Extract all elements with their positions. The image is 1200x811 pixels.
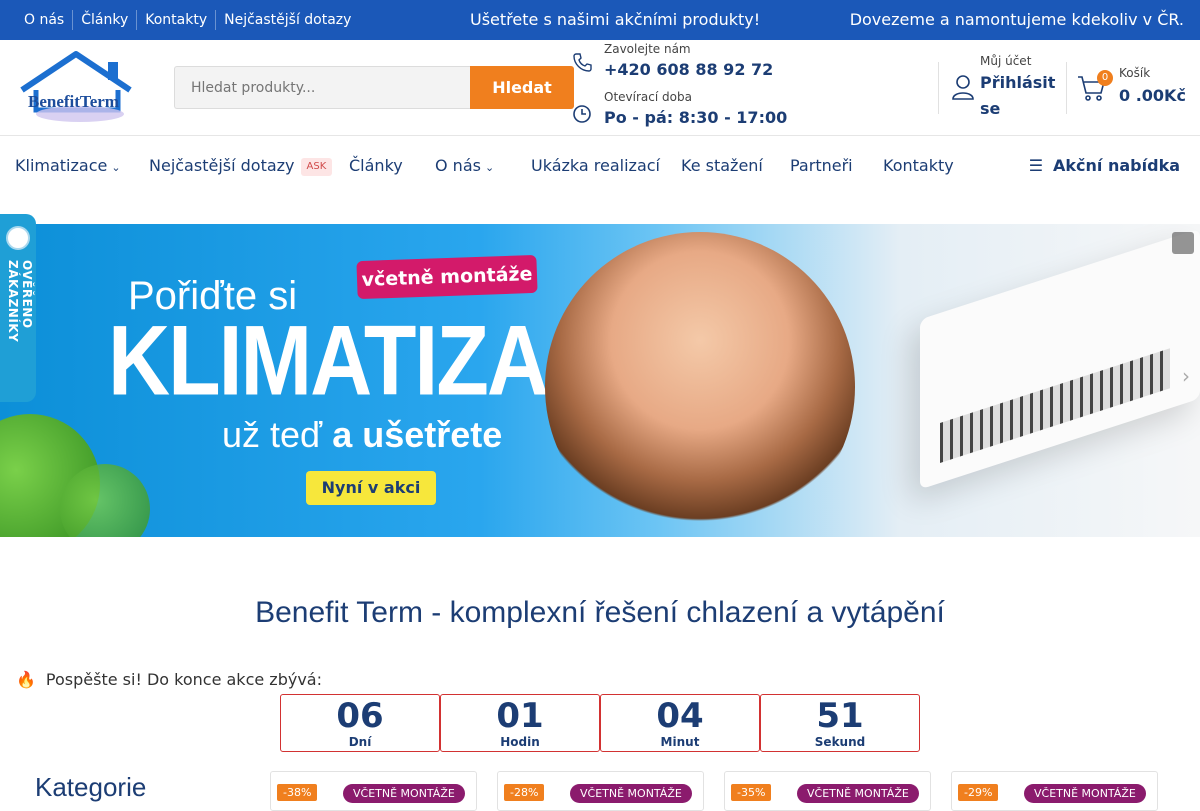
special-offer-button[interactable]: ☰ Akční nabídka — [1029, 136, 1180, 196]
product-card[interactable]: -35% VČETNĚ MONTÁŽE — [724, 771, 931, 811]
hero-montage-pill: včetně montáže — [356, 254, 538, 300]
product-card[interactable]: -28% VČETNĚ MONTÁŽE — [497, 771, 704, 811]
cart-count-badge: 0 — [1097, 70, 1113, 86]
main-nav: Klimatizace ⌄ Nejčastější dotazy ASK Článk… — [0, 136, 1200, 196]
countdown-label: Dní — [348, 735, 372, 749]
hours-value: Po - pá: 8:30 - 17:00 — [604, 108, 788, 127]
promo-text[interactable]: Ušetřete s našimi akčními produkty! — [470, 0, 760, 40]
discount-badge: -28% — [504, 784, 545, 801]
ask-badge: ASK — [300, 157, 333, 176]
search-input[interactable] — [174, 66, 470, 109]
discount-badge: -29% — [958, 784, 999, 801]
countdown-value: 51 — [816, 696, 864, 736]
call-label: Zavolejte nám — [604, 42, 691, 56]
countdown-minutes: 04 Minut — [600, 694, 760, 752]
clock-icon — [573, 105, 591, 123]
top-link-kontakty[interactable]: Kontakty — [136, 10, 215, 30]
logo-wordmark: BenefitTerm — [28, 92, 119, 111]
header: BenefitTerm Hledat Zavolejte nám +420 60… — [0, 40, 1200, 136]
montage-badge: VČETNĚ MONTÁŽE — [797, 784, 919, 803]
hero-line-3: už teď a ušetřete — [222, 414, 502, 456]
countdown-label: Minut — [660, 735, 700, 749]
top-links: O nás Články Kontakty Nejčastější dotazy — [16, 0, 359, 40]
cart-label: Košík — [1119, 66, 1151, 80]
nav-item-label: Klimatizace — [15, 156, 108, 175]
discount-badge: -38% — [277, 784, 318, 801]
nav-item-label: O nás — [435, 156, 481, 175]
air-conditioner-image — [920, 228, 1200, 490]
verified-badge-icon — [6, 226, 30, 250]
nav-item-realizace[interactable]: Ukázka realizací — [531, 136, 660, 196]
nav-item-klimatizace[interactable]: Klimatizace ⌄ — [15, 136, 121, 198]
logo[interactable]: BenefitTerm — [18, 50, 138, 124]
chevron-down-icon: ⌄ — [111, 161, 121, 174]
montage-badge: VČETNĚ MONTÁŽE — [343, 784, 465, 803]
nav-item-partneri[interactable]: Partneři — [790, 136, 853, 196]
phone-number[interactable]: +420 608 88 92 72 — [604, 60, 773, 79]
nav-item-clanky[interactable]: Články — [349, 136, 403, 196]
fire-icon: 🔥 — [16, 670, 36, 689]
user-icon — [952, 75, 974, 100]
nav-item-kontakty[interactable]: Kontakty — [883, 136, 954, 196]
leaf-decoration — [60, 464, 150, 537]
top-link-faq[interactable]: Nejčastější dotazy — [215, 10, 359, 30]
login-link[interactable]: Přihlásit se — [980, 70, 1060, 122]
contact-block: Zavolejte nám +420 608 88 92 72 Otevírac… — [572, 40, 832, 136]
chevron-right-icon[interactable]: › — [1182, 364, 1190, 388]
hurry-notice: 🔥 Pospěšte si! Do konce akce zbývá: — [16, 670, 322, 689]
countdown-days: 06 Dní — [280, 694, 440, 752]
countdown-seconds: 51 Sekund — [760, 694, 920, 752]
cart-total: 0 .00Kč — [1119, 86, 1186, 105]
nav-item-label: Nejčastější dotazy — [149, 156, 295, 175]
delivery-text: Dovezeme a namontujeme kdekoliv v ČR. — [849, 10, 1184, 29]
product-card[interactable]: -29% VČETNĚ MONTÁŽE — [951, 771, 1158, 811]
cart-link[interactable]: 0 Košík 0 .00Kč — [1066, 62, 1196, 114]
search-button[interactable]: Hledat — [470, 66, 574, 109]
discount-badge: -35% — [731, 784, 772, 801]
menu-icon: ☰ — [1028, 156, 1044, 175]
countdown-label: Sekund — [814, 735, 866, 749]
hero-woman-image — [545, 232, 855, 537]
nav-item-ke-stazeni[interactable]: Ke stažení — [681, 136, 763, 196]
house-logo-icon — [20, 51, 132, 122]
countdown-value: 04 — [656, 696, 704, 736]
nav-item-faq[interactable]: Nejčastější dotazy ASK — [149, 136, 333, 196]
account-link[interactable]: Můj účet Přihlásit se — [938, 54, 1068, 118]
countdown-label: Hodin — [500, 735, 540, 749]
hero-line-3b: a ušetřete — [332, 414, 503, 455]
hero-line-3a: už teď — [222, 414, 323, 455]
top-link-clanky[interactable]: Články — [72, 10, 136, 30]
search-bar: Hledat — [174, 66, 574, 109]
countdown-value: 06 — [336, 696, 384, 736]
nav-item-o-nas[interactable]: O nás ⌄ — [435, 136, 494, 198]
hurry-text: Pospěšte si! Do konce akce zbývá: — [45, 670, 322, 689]
ac-grill — [940, 348, 1170, 463]
special-offer-label: Akční nabídka — [1053, 156, 1180, 175]
hours-row: Otevírací doba Po - pá: 8:30 - 17:00 — [572, 90, 788, 127]
categories-heading: Kategorie — [35, 772, 147, 802]
call-row: Zavolejte nám +420 608 88 92 72 — [572, 40, 773, 79]
verified-reviews-tab[interactable]: OVĚŘENO ZÁKAZNÍKY — [0, 214, 36, 402]
top-link-o-nas[interactable]: O nás — [16, 10, 72, 30]
montage-badge: VČETNĚ MONTÁŽE — [570, 784, 692, 803]
hero-banner[interactable]: včetně montáže Pořiďte si KLIMATIZACI už… — [0, 224, 1200, 537]
countdown-value: 01 — [496, 696, 544, 736]
phone-icon — [573, 53, 592, 72]
verified-reviews-label: OVĚŘENO ZÁKAZNÍKY — [6, 260, 34, 343]
chevron-down-icon: ⌄ — [484, 161, 495, 174]
countdown-hours: 01 Hodin — [440, 694, 600, 752]
hero-cta-button[interactable]: Nyní v akci — [306, 471, 436, 505]
account-label: Můj účet — [980, 54, 1032, 68]
slider-control[interactable] — [1172, 232, 1194, 254]
countdown-timer: 06 Dní 01 Hodin 04 Minut 51 Sekund — [280, 694, 920, 752]
product-card[interactable]: -38% VČETNĚ MONTÁŽE — [270, 771, 477, 811]
top-bar: O nás Články Kontakty Nejčastější dotazy… — [0, 0, 1200, 40]
page-title: Benefit Term - komplexní řešení chlazení… — [255, 596, 945, 629]
montage-badge: VČETNĚ MONTÁŽE — [1024, 784, 1146, 803]
hours-label: Otevírací doba — [604, 90, 692, 104]
